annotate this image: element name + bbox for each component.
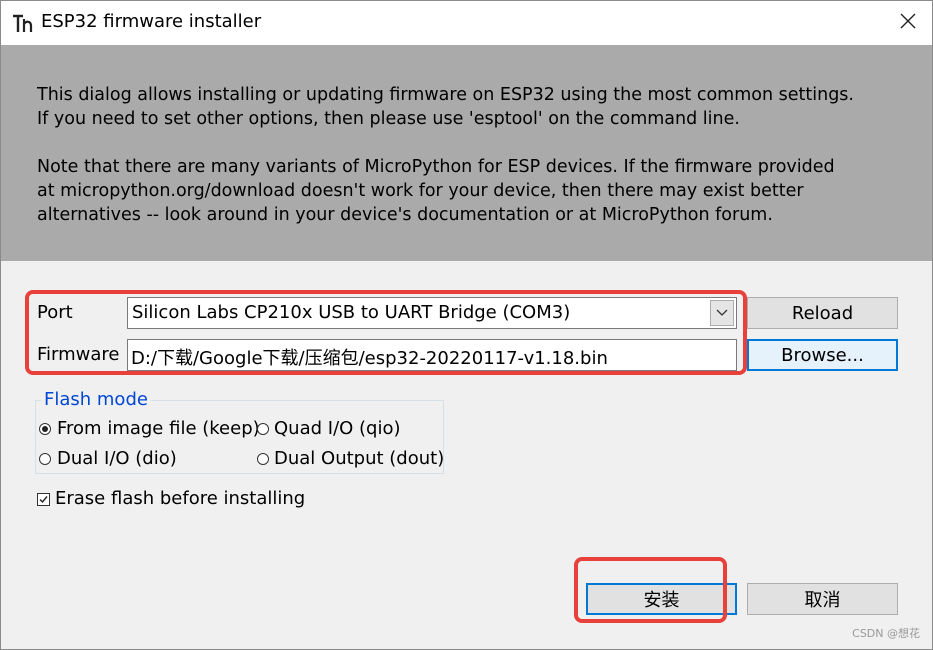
reload-button-label: Reload	[791, 302, 854, 324]
annotation-highlight-install	[574, 557, 727, 623]
thonny-app-icon	[11, 13, 35, 35]
info-panel: This dialog allows installing or updatin…	[1, 45, 932, 261]
erase-flash-label[interactable]: Erase flash before installing	[55, 488, 305, 509]
window-title: ESP32 firmware installer	[41, 11, 262, 32]
installer-window: ESP32 firmware installer This dialog all…	[0, 0, 933, 650]
cancel-button[interactable]: 取消	[747, 583, 898, 615]
radio-dio-label[interactable]: Dual I/O (dio)	[57, 448, 177, 469]
flash-mode-title: Flash mode	[41, 389, 151, 410]
title-bar: ESP32 firmware installer	[1, 1, 932, 45]
info-line: If you need to set other options, then p…	[37, 109, 740, 129]
close-button[interactable]	[884, 1, 932, 45]
radio-qio-label[interactable]: Quad I/O (qio)	[274, 418, 401, 439]
radio-dout[interactable]	[257, 453, 269, 465]
annotation-highlight-port-firmware	[25, 290, 747, 375]
browse-button[interactable]: Browse...	[747, 339, 898, 371]
info-line: Note that there are many variants of Mic…	[37, 157, 835, 177]
radio-dio[interactable]	[39, 453, 51, 465]
radio-dout-label[interactable]: Dual Output (dout)	[274, 448, 444, 469]
info-line: at micropython.org/download doesn't work…	[37, 181, 804, 201]
radio-keep-label[interactable]: From image file (keep)	[57, 418, 260, 439]
reload-button[interactable]: Reload	[747, 297, 898, 329]
info-text: This dialog allows installing or updatin…	[37, 83, 854, 227]
watermark: CSDN @想花	[852, 627, 920, 640]
radio-qio[interactable]	[257, 423, 269, 435]
info-line: alternatives -- look around in your devi…	[37, 205, 773, 225]
browse-button-label: Browse...	[781, 344, 864, 366]
erase-flash-checkbox[interactable]	[37, 493, 50, 506]
cancel-button-label: 取消	[804, 590, 841, 611]
close-icon	[900, 13, 916, 34]
info-line: This dialog allows installing or updatin…	[37, 85, 854, 105]
radio-keep[interactable]	[39, 423, 51, 435]
checkmark-icon	[39, 496, 48, 504]
